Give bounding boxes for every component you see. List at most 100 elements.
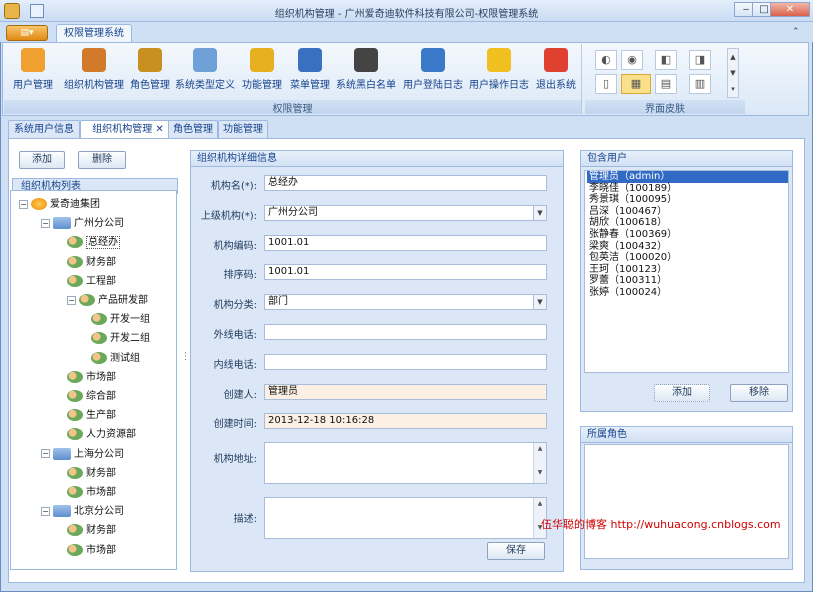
address-textarea[interactable] bbox=[264, 442, 547, 484]
tree-node[interactable]: 市场部 bbox=[67, 486, 116, 500]
field-label: 上级机构(*): bbox=[200, 210, 257, 222]
user-list-item[interactable]: 张婷（100024） bbox=[587, 287, 788, 299]
ribbon-group-skin: ◐ ◉ ◧ ◨ ▯ ▦ ▤ ▥ ▲ ▼ ▾ 界面皮肤 bbox=[585, 44, 745, 115]
user-list-item[interactable]: 张静春（100369） bbox=[587, 229, 788, 241]
department-icon bbox=[91, 313, 107, 326]
tree-node[interactable]: 市场部 bbox=[67, 543, 116, 558]
tree-node[interactable]: 工程部 bbox=[67, 274, 116, 289]
description-textarea[interactable] bbox=[264, 497, 547, 539]
text-field[interactable]: 1001.01 bbox=[264, 264, 547, 281]
ribbon-button[interactable]: 用户操作日志 bbox=[468, 48, 530, 96]
user-list-item[interactable]: 王珂（100123） bbox=[587, 264, 788, 276]
ribbon-button-label: 组织机构管理 bbox=[64, 80, 124, 91]
user-list-item[interactable]: 管理员（admin） bbox=[587, 171, 788, 183]
tree-node[interactable]: − 广州分公司 bbox=[41, 217, 124, 231]
select-field[interactable]: 部门 ▼ bbox=[264, 294, 547, 311]
user-list-item[interactable]: 罗蕾（100311） bbox=[587, 275, 788, 287]
users-list[interactable]: 管理员（admin） 李晓佳（100189） 秀景琪（100095） 吕深（10046… bbox=[584, 170, 789, 373]
ribbon-button[interactable]: 系统类型定义 bbox=[174, 48, 236, 96]
text-field[interactable]: 2013-12-18 10:16:28 bbox=[264, 413, 547, 430]
add-user-button[interactable]: 添加 bbox=[654, 384, 710, 402]
tree-node[interactable]: 市场部 bbox=[67, 370, 116, 385]
tab-user-info[interactable]: 系统用户信息 bbox=[8, 120, 80, 139]
key-icon bbox=[250, 48, 274, 72]
skin-option-selected-icon[interactable]: ▦ bbox=[621, 74, 651, 94]
close-tab-icon[interactable]: ✕ bbox=[155, 124, 163, 135]
tab-function-management[interactable]: 功能管理 bbox=[218, 120, 268, 139]
dropdown-arrow-icon[interactable]: ▼ bbox=[533, 295, 546, 310]
address-scrollbar[interactable]: ▲ ▼ bbox=[533, 443, 546, 483]
collapse-toggle-icon[interactable]: − bbox=[41, 506, 50, 516]
close-button[interactable]: ✕ bbox=[770, 2, 810, 17]
tree-node-label: 北京分公司 bbox=[74, 506, 124, 518]
ribbon-button-label: 菜单管理 bbox=[290, 80, 330, 91]
department-icon bbox=[67, 466, 83, 479]
tree-node[interactable]: 测试组 bbox=[91, 351, 140, 366]
user-list-item[interactable]: 李晓佳（100189） bbox=[587, 183, 788, 195]
collapse-toggle-icon[interactable]: − bbox=[41, 218, 50, 228]
text-field[interactable]: 1001.01 bbox=[264, 234, 547, 251]
remove-user-button[interactable]: 移除 bbox=[730, 384, 788, 402]
select-field[interactable]: 广州分公司 ▼ bbox=[264, 204, 547, 221]
tree-node[interactable]: − 产品研发部 bbox=[67, 294, 148, 308]
collapse-toggle-icon[interactable]: − bbox=[19, 199, 28, 209]
tree-node[interactable]: 财务部 bbox=[67, 255, 116, 270]
ribbon-tab-permission[interactable]: 权限管理系统 bbox=[56, 24, 132, 43]
skin-option-icon[interactable]: ▤ bbox=[655, 74, 677, 94]
tree-node[interactable]: − 爱奇迪集团 bbox=[19, 198, 100, 212]
ribbon-collapse-icon[interactable]: ⌃ bbox=[792, 27, 800, 37]
user-list-item[interactable]: 秀景琪（100095） bbox=[587, 194, 788, 206]
dropdown-arrow-icon[interactable]: ▼ bbox=[533, 205, 546, 220]
org-tree[interactable]: − 爱奇迪集团 − 广州分公司 总经办 财务部 工程部 − 产品研发部 开发一组 开发二组 测试组 市场… bbox=[10, 190, 177, 570]
text-field[interactable]: 总经办 bbox=[264, 175, 547, 191]
skin-gallery-scroll[interactable]: ▲ ▼ ▾ bbox=[727, 48, 739, 98]
collapse-toggle-icon[interactable]: − bbox=[41, 449, 50, 459]
person-silhouette-icon bbox=[354, 48, 378, 72]
skin-option-icon[interactable]: ◐ bbox=[595, 50, 617, 70]
user-list-item[interactable]: 胡欣（100618） bbox=[587, 217, 788, 229]
skin-option-icon[interactable]: ◨ bbox=[689, 50, 711, 70]
tree-node[interactable]: 人力资源部 bbox=[67, 428, 136, 442]
ribbon-button[interactable]: 退出系统 bbox=[534, 48, 578, 96]
tree-node[interactable]: − 北京分公司 bbox=[41, 505, 124, 519]
text-field[interactable] bbox=[264, 353, 547, 370]
text-field[interactable]: 管理员 bbox=[264, 383, 547, 400]
text-field[interactable] bbox=[264, 324, 547, 340]
exit-icon bbox=[544, 48, 568, 72]
collapse-toggle-icon[interactable]: − bbox=[67, 295, 76, 305]
field-value: 1001.01 bbox=[268, 266, 310, 278]
user-list-item[interactable]: 梁爽（100432） bbox=[587, 241, 788, 253]
tree-node[interactable]: − 上海分公司 bbox=[41, 447, 124, 462]
skin-option-icon[interactable]: ◉ bbox=[621, 50, 643, 70]
tab-org-management[interactable]: 组织机构管理 ✕ bbox=[80, 120, 176, 140]
ribbon-button[interactable]: 用户管理 bbox=[8, 48, 58, 96]
delete-org-button[interactable]: 删除 bbox=[78, 151, 126, 169]
skin-option-icon[interactable]: ◧ bbox=[655, 50, 677, 70]
tree-node[interactable]: 开发二组 bbox=[91, 332, 150, 346]
tab-role-management[interactable]: 角色管理 bbox=[168, 120, 218, 139]
user-list-item[interactable]: 包英洁（100020） bbox=[587, 252, 788, 264]
ribbon-button[interactable]: 功能管理 bbox=[240, 48, 284, 96]
roles-list[interactable] bbox=[584, 444, 789, 559]
user-list-item[interactable]: 吕深（100467） bbox=[587, 206, 788, 218]
tree-node[interactable]: 生产部 bbox=[67, 409, 116, 423]
skin-option-icon[interactable]: ▯ bbox=[595, 74, 617, 94]
app-menu-button[interactable]: ▤▾ bbox=[6, 25, 48, 41]
tree-node-label: 上海分公司 bbox=[74, 448, 124, 460]
company-icon bbox=[53, 447, 71, 460]
ribbon-button[interactable]: 用户登陆日志 bbox=[400, 48, 466, 96]
add-org-button[interactable]: 添加 bbox=[19, 151, 65, 169]
tree-node[interactable]: 开发一组 bbox=[91, 313, 150, 327]
ribbon-button[interactable]: 角色管理 bbox=[128, 48, 172, 96]
ribbon-button-label: 用户管理 bbox=[13, 80, 53, 91]
tree-node[interactable]: 财务部 bbox=[67, 466, 116, 481]
ribbon-button[interactable]: 系统黑白名单 bbox=[336, 48, 396, 96]
tree-node[interactable]: 财务部 bbox=[67, 524, 116, 538]
tree-node[interactable]: 综合部 bbox=[67, 390, 116, 404]
ribbon-button[interactable]: 菜单管理 bbox=[288, 48, 332, 96]
tree-node[interactable]: 总经办 bbox=[67, 236, 120, 250]
skin-option-icon[interactable]: ▥ bbox=[689, 74, 711, 94]
save-button[interactable]: 保存 bbox=[487, 542, 545, 560]
ribbon-group-permission: 用户管理 组织机构管理 角色管理 系统类型定义 功能管理 菜单管理 系统黑白名单 用户登陆日志… bbox=[4, 44, 582, 115]
ribbon-button[interactable]: 组织机构管理 bbox=[62, 48, 126, 96]
